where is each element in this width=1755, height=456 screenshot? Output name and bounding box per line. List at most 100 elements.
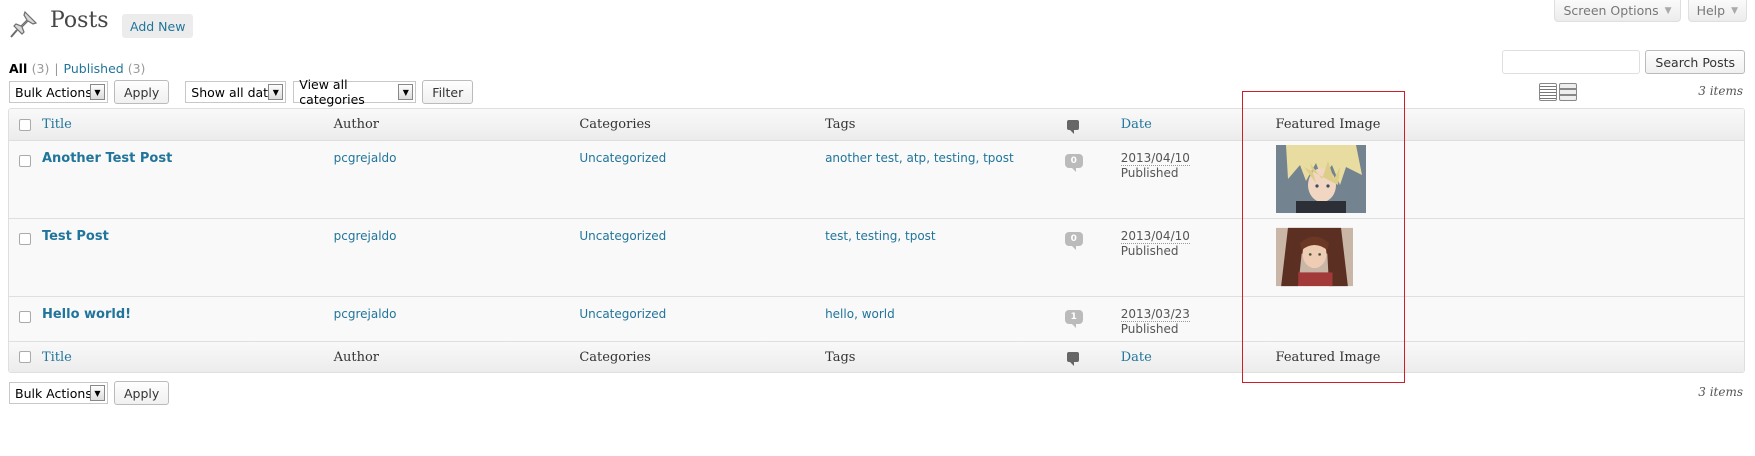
author-cell: pcgrejaldo bbox=[334, 141, 580, 218]
category-link[interactable]: Uncategorized bbox=[579, 307, 666, 321]
category-link[interactable]: Uncategorized bbox=[579, 151, 666, 165]
filter-published-label: Published bbox=[63, 61, 124, 76]
tag-link[interactable]: tpost bbox=[905, 229, 936, 243]
filter-published-count: (3) bbox=[127, 61, 146, 76]
post-date: 2013/04/10 bbox=[1120, 151, 1190, 166]
filter-all-count: (3) bbox=[31, 61, 50, 76]
row-checkbox[interactable] bbox=[19, 233, 32, 245]
select-all-checkbox[interactable] bbox=[19, 118, 32, 131]
featured-image-thumbnail[interactable] bbox=[1275, 145, 1366, 213]
row-checkbox-cell bbox=[9, 219, 42, 296]
post-title-link[interactable]: Test Post bbox=[42, 229, 109, 244]
tag-link[interactable]: testing bbox=[934, 151, 976, 165]
author-link[interactable]: pcgrejaldo bbox=[334, 307, 397, 321]
filter-published-link[interactable]: Published (3) bbox=[64, 61, 146, 76]
tag-link[interactable]: world bbox=[862, 307, 895, 321]
tag-link[interactable]: testing bbox=[856, 229, 898, 243]
chevron-down-icon: ▼ bbox=[1664, 5, 1672, 16]
dropdown-arrow-icon: ▼ bbox=[90, 84, 105, 100]
bulk-actions-select-bottom[interactable]: Bulk Actions ▼ bbox=[9, 382, 108, 404]
column-title-footer[interactable]: Title bbox=[42, 350, 334, 365]
table-header-row: Title Author Categories Tags Date Featur… bbox=[9, 109, 1744, 140]
search-posts-button[interactable]: Search Posts bbox=[1645, 50, 1745, 74]
tag-link[interactable]: test bbox=[825, 229, 848, 243]
row-checkbox[interactable] bbox=[19, 155, 32, 167]
posts-table: Title Author Categories Tags Date Featur… bbox=[8, 108, 1745, 373]
dates-select[interactable]: Show all dates ▼ bbox=[185, 81, 287, 103]
column-author-header: Author bbox=[333, 117, 380, 132]
post-title-cell: Hello world! bbox=[42, 297, 334, 341]
author-link[interactable]: pcgrejaldo bbox=[334, 151, 397, 165]
select-all-checkbox[interactable] bbox=[19, 351, 32, 363]
view-switch bbox=[1539, 83, 1577, 101]
help-label: Help bbox=[1696, 3, 1726, 18]
comment-bubble-icon bbox=[1066, 352, 1079, 366]
post-date: 2013/03/23 bbox=[1120, 307, 1190, 322]
comment-count-bubble[interactable]: 1 bbox=[1064, 310, 1083, 328]
tags-cell: hello, world bbox=[825, 307, 895, 321]
post-title-link[interactable]: Hello world! bbox=[42, 307, 131, 322]
items-count-top: 3 items bbox=[1698, 84, 1743, 98]
column-comments-footer bbox=[1065, 352, 1121, 366]
select-all-cell bbox=[9, 118, 42, 131]
screen-meta-links: Screen Options ▼ Help ▼ bbox=[1554, 0, 1747, 22]
column-author-footer: Author bbox=[333, 349, 380, 365]
post-title-cell: Test Post bbox=[42, 219, 334, 296]
screen-options-button[interactable]: Screen Options ▼ bbox=[1554, 0, 1681, 22]
column-tags-header: Tags bbox=[825, 117, 856, 132]
post-title-link[interactable]: Another Test Post bbox=[42, 151, 172, 166]
author-link[interactable]: pcgrejaldo bbox=[334, 229, 397, 243]
categories-select[interactable]: View all categories ▼ bbox=[293, 77, 417, 107]
category-link[interactable]: Uncategorized bbox=[579, 229, 666, 243]
post-title-cell: Another Test Post bbox=[42, 141, 334, 218]
column-date-header[interactable]: Date bbox=[1121, 117, 1276, 132]
table-footer-row: Title Author Categories Tags Date Featur… bbox=[9, 341, 1744, 372]
column-featured-image-footer: Featured Image bbox=[1275, 349, 1381, 365]
add-new-button[interactable]: Add New bbox=[122, 14, 194, 38]
post-status: Published bbox=[1120, 166, 1179, 180]
date-cell: 2013/04/10 Published bbox=[1120, 141, 1276, 218]
apply-button[interactable]: Apply bbox=[114, 80, 170, 104]
row-checkbox[interactable] bbox=[19, 311, 32, 323]
dropdown-arrow-icon: ▼ bbox=[398, 84, 414, 100]
post-status: Published bbox=[1120, 322, 1179, 336]
page-title: Posts bbox=[50, 8, 109, 33]
comment-bubble-icon bbox=[1066, 119, 1079, 134]
comment-count-bubble[interactable]: 0 bbox=[1064, 232, 1083, 250]
tag-link[interactable]: hello bbox=[825, 307, 854, 321]
select-all-cell bbox=[9, 351, 42, 363]
comments-cell: 0 bbox=[1064, 141, 1121, 218]
featured-image-cell bbox=[1275, 219, 1744, 296]
filter-button[interactable]: Filter bbox=[422, 80, 474, 104]
author-cell: pcgrejaldo bbox=[334, 297, 580, 341]
tag-link[interactable]: atp bbox=[907, 151, 927, 165]
column-title-header[interactable]: Title bbox=[42, 117, 334, 132]
filter-all-link[interactable]: All (3) bbox=[9, 61, 49, 76]
row-checkbox-cell bbox=[9, 141, 42, 218]
bulk-actions-select[interactable]: Bulk Actions ▼ bbox=[9, 81, 108, 103]
table-row: Hello world! pcgrejaldo Uncategorized he… bbox=[9, 296, 1744, 341]
help-button[interactable]: Help ▼ bbox=[1687, 0, 1747, 22]
bulk-actions-value: Bulk Actions bbox=[15, 385, 92, 401]
date-cell: 2013/03/23 Published bbox=[1120, 297, 1276, 341]
post-status: Published bbox=[1120, 244, 1179, 258]
post-date: 2013/04/10 bbox=[1120, 229, 1190, 244]
excerpt-view-icon[interactable] bbox=[1559, 83, 1577, 101]
column-date-footer[interactable]: Date bbox=[1121, 350, 1276, 365]
comment-count-bubble[interactable]: 0 bbox=[1064, 154, 1083, 172]
comments-cell: 1 bbox=[1064, 297, 1121, 341]
search-input[interactable] bbox=[1502, 50, 1641, 74]
filter-all-label: All bbox=[9, 61, 28, 76]
tag-link[interactable]: tpost bbox=[983, 151, 1014, 165]
comments-cell: 0 bbox=[1064, 219, 1121, 296]
featured-image-cell bbox=[1276, 297, 1744, 341]
apply-button-bottom[interactable]: Apply bbox=[114, 381, 170, 405]
categories-cell: Uncategorized bbox=[579, 219, 825, 296]
featured-image-thumbnail[interactable] bbox=[1275, 223, 1353, 291]
tag-link[interactable]: another test bbox=[825, 151, 899, 165]
list-view-icon[interactable] bbox=[1539, 83, 1557, 101]
tags-cell: another test, atp, testing, tpost bbox=[825, 151, 1014, 165]
dropdown-arrow-icon: ▼ bbox=[90, 385, 105, 401]
screen-options-label: Screen Options bbox=[1563, 3, 1659, 18]
table-row: Another Test Post pcgrejaldo Uncategoriz… bbox=[9, 140, 1744, 218]
